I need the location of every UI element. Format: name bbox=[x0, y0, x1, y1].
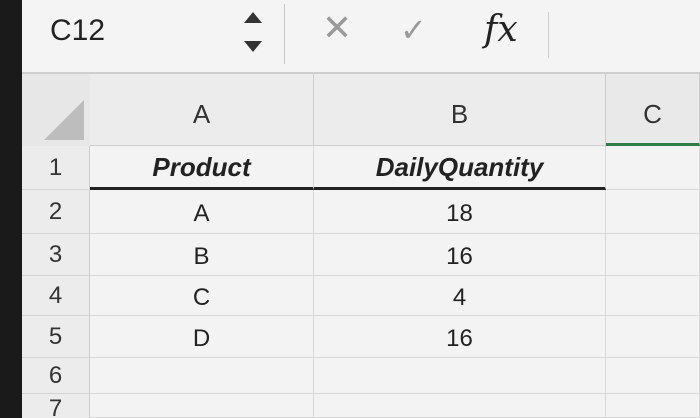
cell-a5[interactable]: D bbox=[90, 316, 314, 358]
check-icon[interactable]: ✓ bbox=[400, 14, 427, 46]
insert-function-button[interactable]: fx bbox=[484, 12, 518, 48]
column-header-c[interactable]: C bbox=[606, 74, 700, 146]
row-header-6[interactable]: 6 bbox=[22, 358, 90, 394]
cell-b7[interactable] bbox=[314, 394, 606, 418]
chevron-up-icon bbox=[244, 12, 262, 23]
row-header-5[interactable]: 5 bbox=[22, 316, 90, 358]
row-header-3[interactable]: 3 bbox=[22, 234, 90, 276]
cell-c7[interactable] bbox=[606, 394, 700, 418]
cell-a2[interactable]: A bbox=[90, 190, 314, 234]
formula-input[interactable] bbox=[554, 8, 700, 64]
row-header-4[interactable]: 4 bbox=[22, 276, 90, 316]
select-all-icon bbox=[44, 100, 84, 140]
row-header-7[interactable]: 7 bbox=[22, 394, 90, 418]
spreadsheet-window: C12 ✕ ✓ fx A B C 1 2 3 4 5 6 7 Product D… bbox=[22, 0, 700, 418]
cell-c2[interactable] bbox=[606, 190, 700, 234]
cell-b5[interactable]: 16 bbox=[314, 316, 606, 358]
cell-a1[interactable]: Product bbox=[90, 146, 314, 190]
column-header-a[interactable]: A bbox=[90, 74, 314, 146]
select-all-button[interactable] bbox=[22, 74, 91, 147]
column-header-b[interactable]: B bbox=[314, 74, 606, 146]
name-box-dropdown[interactable] bbox=[242, 8, 266, 58]
cell-b4[interactable]: 4 bbox=[314, 276, 606, 316]
formula-bar: C12 ✕ ✓ fx bbox=[22, 0, 700, 74]
cell-c4[interactable] bbox=[606, 276, 700, 316]
cancel-icon[interactable]: ✕ bbox=[322, 10, 352, 46]
cell-b2[interactable]: 18 bbox=[314, 190, 606, 234]
cell-b1[interactable]: DailyQuantity bbox=[314, 146, 606, 190]
cell-c6[interactable] bbox=[606, 358, 700, 394]
cell-c5[interactable] bbox=[606, 316, 700, 358]
divider bbox=[548, 12, 549, 58]
divider bbox=[284, 4, 285, 64]
row-header-2[interactable]: 2 bbox=[22, 190, 90, 234]
cell-a4[interactable]: C bbox=[90, 276, 314, 316]
cell-a3[interactable]: B bbox=[90, 234, 314, 276]
row-header-1[interactable]: 1 bbox=[22, 146, 90, 190]
cell-b3[interactable]: 16 bbox=[314, 234, 606, 276]
cell-a7[interactable] bbox=[90, 394, 314, 418]
cell-b6[interactable] bbox=[314, 358, 606, 394]
cell-a6[interactable] bbox=[90, 358, 314, 394]
cell-c3[interactable] bbox=[606, 234, 700, 276]
chevron-down-icon bbox=[244, 41, 262, 52]
cell-c1[interactable] bbox=[606, 146, 700, 190]
name-box[interactable]: C12 bbox=[50, 14, 105, 48]
